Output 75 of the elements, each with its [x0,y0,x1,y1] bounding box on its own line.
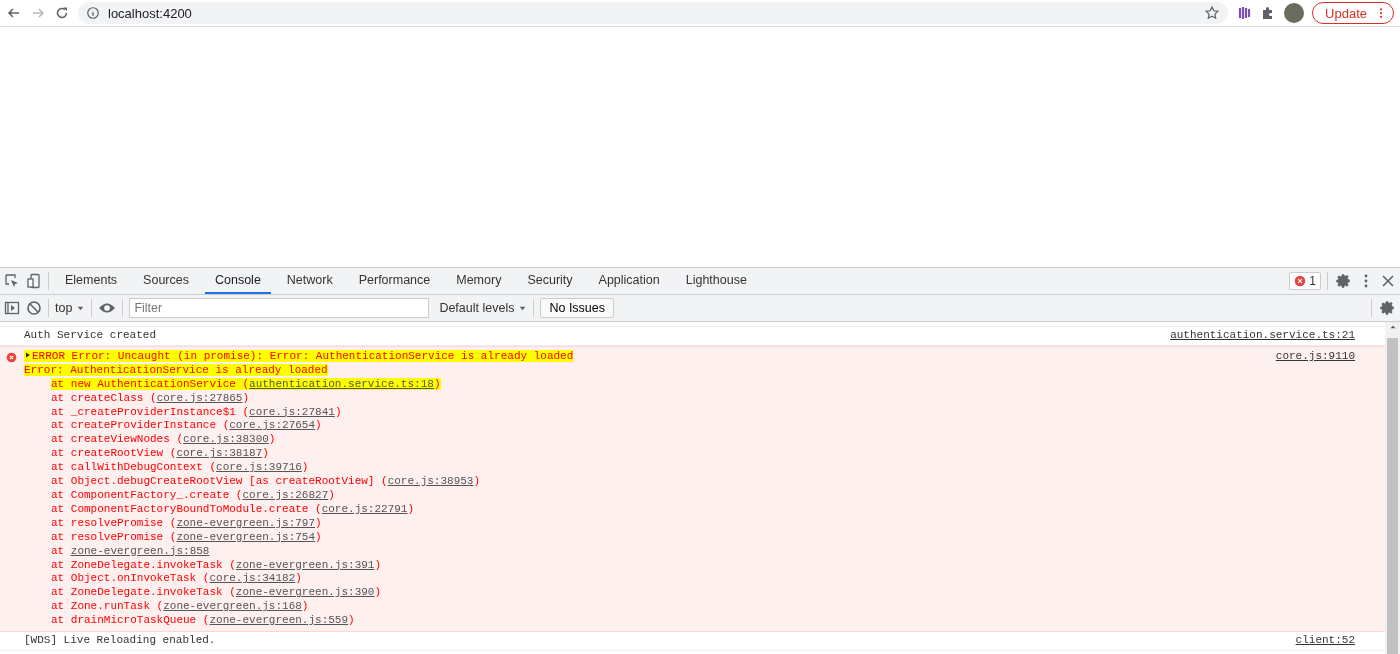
star-icon[interactable] [1204,5,1221,21]
stack-frame-link[interactable]: core.js:39716 [216,461,302,474]
stack-frame: at createProviderInstance (core.js:27654) [51,419,322,432]
update-button[interactable]: Update [1312,2,1394,24]
log-message: Auth Service created [24,329,157,341]
context-dropdown[interactable]: top [55,301,86,315]
expand-triangle-icon[interactable] [24,350,32,359]
source-link[interactable]: authentication.service.ts:21 [1170,329,1355,343]
log-message: [WDS] Live Reloading enabled. [24,634,216,647]
stack-frame-link[interactable]: zone-evergreen.js:754 [176,530,316,543]
devtools-tab[interactable]: Application [588,268,670,294]
stack-frame: at ComponentFactoryBoundToModule.create (core.js:22791) [51,502,415,515]
stack-frame-link[interactable]: core.js:27654 [229,419,316,432]
error-message: Error: AuthenticationService is already loaded [24,363,328,376]
close-icon[interactable] [1380,273,1396,289]
devtools-tab[interactable]: Performance [348,268,441,294]
filter-field[interactable]: Filter [129,298,430,318]
stack-frame: at ComponentFactory_.create (core.js:26827) [51,488,335,501]
settings-icon[interactable] [1378,299,1396,317]
devtools-tab[interactable]: Sources [133,268,199,294]
info-icon[interactable] [86,6,100,20]
devtools-tab[interactable]: Lighthouse [675,268,757,294]
profile-avatar[interactable] [1284,3,1305,23]
bars-icon[interactable] [1236,5,1253,21]
scrollbar[interactable] [1385,322,1400,654]
levels-dropdown[interactable]: Default levels [439,301,528,315]
stack-frame: at _createProviderInstance$1 (core.js:27841) [51,405,342,418]
stack-frame-link[interactable]: core.js:38953 [387,475,474,488]
error-title[interactable]: ERROR Error: Uncaught (in promise): Error: AuthenticationService is already loaded [24,349,574,362]
source-link[interactable]: client:52 [1295,634,1355,648]
stack-frame: at createViewNodes (core.js:38300) [51,433,276,446]
stack-frame-link[interactable]: core.js:38187 [176,447,263,460]
stack-frame: at Object.onInvokeTask (core.js:34182) [51,572,302,585]
stack-frame-link[interactable]: zone-evergreen.js:391 [235,558,375,571]
devtools-tab[interactable]: Memory [446,268,512,294]
stack-frame-link[interactable]: core.js:26827 [242,488,329,501]
stack-frame-link[interactable]: zone-evergreen.js:797 [176,516,316,529]
sidebar-toggle-icon[interactable] [4,300,20,316]
stack-frame: at ZoneDelegate.invokeTask (zone-evergreen.js:391) [51,558,382,571]
devtools-tab[interactable]: Elements [55,268,128,294]
error-count-badge[interactable]: 1 [1289,272,1321,290]
inspect-cursor-icon[interactable] [4,273,20,289]
stack-frame: at resolvePromise (zone-evergreen.js:797) [51,516,322,529]
stack-frame: at createRootView (core.js:38187) [51,447,269,460]
stack-frame-link[interactable]: zone-evergreen.js:390 [235,586,375,599]
stack-frame: at zone-evergreen.js:858 [51,544,210,557]
stack-frame: at Object.debugCreateRootView [as createRootView] (core.js:38953) [51,475,481,488]
stack-frame: at drainMicroTaskQueue (zone-evergreen.js:559) [51,614,355,627]
stack-frame-link[interactable]: authentication.service.ts:18 [249,377,434,390]
stack-frame: at Zone.runTask (zone-evergreen.js:168) [51,600,309,613]
stack-frame: at new AuthenticationService (authentication.service.ts:18) [51,377,441,390]
reload-icon[interactable] [54,5,70,21]
stack-frame-link[interactable]: zone-evergreen.js:858 [70,544,210,557]
stack-frame-link[interactable]: zone-evergreen.js:559 [209,614,349,627]
address-bar[interactable]: localhost:4200 [78,2,1229,24]
stack-frame: at ZoneDelegate.invokeTask (zone-evergreen.js:390) [51,586,382,599]
clear-console-icon[interactable] [26,300,42,316]
stack-frame-link[interactable]: core.js:27841 [249,405,335,418]
stack-frame: at callWithDebugContext (core.js:39716) [51,461,309,474]
error-icon [1294,275,1307,287]
issues-button[interactable]: No Issues [540,298,615,318]
stack-frame-link[interactable]: core.js:34182 [209,572,296,585]
settings-icon[interactable] [1334,272,1352,290]
url-text: localhost:4200 [108,5,193,21]
device-toggle-icon[interactable] [26,273,42,289]
error-icon [6,351,17,363]
devtools-tab[interactable]: Security [517,268,583,294]
devtools-tab[interactable]: Network [276,268,343,294]
stack-frame: at resolvePromise (zone-evergreen.js:754) [51,530,322,543]
stack-frame-link[interactable]: core.js:27865 [156,391,243,404]
stack-frame-link[interactable]: core.js:22791 [321,502,408,515]
stack-frame-link[interactable]: zone-evergreen.js:168 [163,600,302,613]
source-link[interactable]: core.js:9110 [1275,349,1355,629]
stack-frame: at createClass (core.js:27865) [51,391,250,404]
stack-frame-link[interactable]: core.js:38300 [183,433,269,446]
